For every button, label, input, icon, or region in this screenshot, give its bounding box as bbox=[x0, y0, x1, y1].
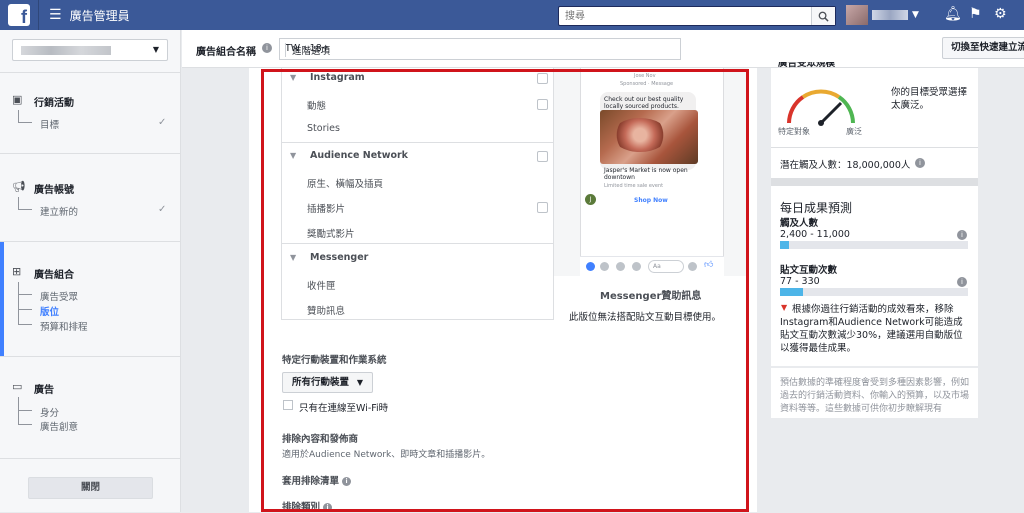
megaphone-icon: 📢︎ bbox=[12, 180, 26, 193]
campaign-icon: ▣ bbox=[12, 93, 23, 106]
adset-icon: ⊞ bbox=[12, 265, 22, 278]
nav-identity[interactable]: 身分 bbox=[40, 405, 59, 419]
divider bbox=[0, 241, 181, 242]
account-name-blurred bbox=[21, 46, 111, 55]
divider bbox=[0, 153, 181, 154]
tree-line bbox=[18, 282, 19, 324]
audience-gauge bbox=[787, 89, 855, 126]
bell-icon[interactable]: 🔔︎ bbox=[944, 6, 962, 22]
tree-line bbox=[18, 110, 19, 122]
gear-icon[interactable]: ⚙ bbox=[994, 6, 1007, 22]
divider bbox=[0, 72, 181, 73]
app-title[interactable]: 廣告管理員 bbox=[70, 7, 130, 24]
audience-verdict: 你的目標受眾選擇太廣泛。 bbox=[891, 87, 968, 111]
info-icon[interactable]: i bbox=[915, 158, 925, 168]
card-gap bbox=[771, 178, 978, 186]
info-icon[interactable]: i bbox=[262, 43, 272, 53]
reach-label: 觸及人數 bbox=[780, 218, 819, 229]
advanced-options-link[interactable]: 進階選項 bbox=[285, 43, 330, 57]
nav-create-new[interactable]: 建立新的 bbox=[40, 204, 78, 218]
reach-bar-fill bbox=[780, 241, 789, 249]
daily-estimate-title: 每日成果預測 bbox=[780, 201, 853, 215]
gauge-right-label: 廣泛 bbox=[846, 127, 862, 136]
divider bbox=[38, 0, 39, 30]
reach-value: 2,400 - 11,000 bbox=[780, 229, 850, 240]
divider bbox=[0, 458, 181, 459]
avatar bbox=[846, 5, 868, 25]
tree-branch bbox=[18, 209, 32, 210]
info-icon[interactable]: i bbox=[957, 277, 967, 287]
chevron-down-icon: ▼ bbox=[152, 45, 159, 54]
menu-icon[interactable]: ☰ bbox=[49, 7, 62, 23]
tree-branch bbox=[18, 324, 32, 325]
nav-objective[interactable]: 目標 bbox=[40, 117, 59, 131]
nav-ad-account[interactable]: 廣告帳號 bbox=[34, 181, 74, 196]
facebook-logo-icon[interactable]: f bbox=[8, 4, 30, 26]
estimate-footnote: 預估數據的準確程度會受到多種因素影響，例如過去的行銷活動資料、你輸入的預算，以及… bbox=[780, 378, 970, 414]
nav-adset[interactable]: 廣告組合 bbox=[34, 266, 74, 281]
flag-icon[interactable]: ⚑ bbox=[969, 6, 982, 22]
search-input[interactable] bbox=[559, 7, 811, 25]
adset-name-label: 廣告組合名稱 bbox=[196, 47, 256, 58]
left-nav: ▼ ▣ 行銷活動 目標 ✓ 📢︎ 廣告帳號 建立新的 ✓ ⊞ 廣告組合 廣告受眾… bbox=[0, 30, 181, 512]
nav-audience[interactable]: 廣告受眾 bbox=[40, 289, 78, 303]
engagement-value: 77 - 330 bbox=[780, 276, 820, 287]
search-box[interactable] bbox=[558, 6, 836, 26]
search-icon bbox=[818, 11, 829, 22]
nav-ad[interactable]: 廣告 bbox=[34, 381, 54, 396]
info-icon[interactable]: i bbox=[957, 230, 967, 240]
divider bbox=[771, 147, 978, 148]
close-button[interactable]: 關閉 bbox=[28, 477, 153, 499]
account-menu[interactable]: ▼ bbox=[846, 5, 924, 25]
quick-create-button[interactable]: 切換至快速建立流 bbox=[942, 37, 1024, 59]
nav-creative[interactable]: 廣告創意 bbox=[40, 419, 78, 433]
divider bbox=[0, 356, 181, 357]
tree-line bbox=[18, 197, 19, 209]
gauge-left-label: 特定對象 bbox=[778, 127, 810, 136]
engagement-bar-track bbox=[780, 288, 968, 296]
active-section-indicator bbox=[0, 242, 4, 356]
audience-size-heading: 廣告受眾規模 bbox=[778, 62, 836, 69]
tree-branch bbox=[18, 309, 32, 310]
engagement-label: 貼文互動次數 bbox=[780, 265, 838, 276]
adset-header: 廣告組合名稱 i TW - 18+ 進階選項 切換至快速建立流 bbox=[182, 30, 1024, 68]
chevron-down-icon: ▼ bbox=[912, 10, 919, 20]
account-selector[interactable]: ▼ bbox=[12, 39, 168, 61]
scroll-gutter bbox=[1003, 68, 1024, 512]
ad-icon: ▭ bbox=[12, 380, 23, 393]
footnote-card: 預估數據的準確程度會受到多種因素影響，例如過去的行銷活動資料、你輸入的預算，以及… bbox=[771, 368, 978, 418]
potential-reach: 潛在觸及人數：18,000,000人 bbox=[780, 160, 911, 171]
tree-branch bbox=[18, 122, 32, 123]
adset-name-input[interactable]: TW - 18+ 進階選項 bbox=[279, 38, 681, 60]
highlight-box bbox=[261, 69, 749, 512]
tree-branch bbox=[18, 424, 32, 425]
search-button[interactable] bbox=[811, 7, 835, 25]
engagement-bar-fill bbox=[780, 288, 803, 296]
check-icon: ✓ bbox=[158, 204, 167, 215]
user-name-blurred bbox=[872, 10, 908, 20]
tree-branch bbox=[18, 410, 32, 411]
reach-bar-track bbox=[780, 241, 968, 249]
placement-advice: 根據你過往行銷活動的成效看來，移除Instagram和Audience Netw… bbox=[780, 304, 963, 354]
nav-placements[interactable]: 版位 bbox=[40, 304, 59, 318]
tree-branch bbox=[18, 294, 32, 295]
check-icon: ✓ bbox=[158, 117, 167, 128]
nav-budget-schedule[interactable]: 預算和排程 bbox=[40, 319, 88, 333]
top-bar: f ☰ 廣告管理員 ▼ 🔔︎ ⚑ ⚙ bbox=[0, 0, 1024, 30]
nav-campaign[interactable]: 行銷活動 bbox=[34, 94, 74, 109]
